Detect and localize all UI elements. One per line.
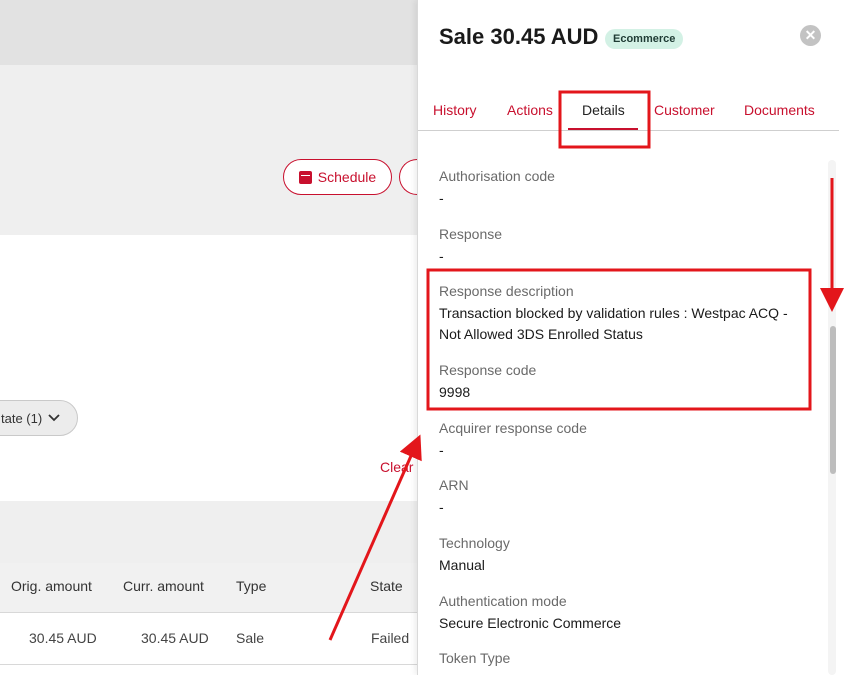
field-label-technology: Technology bbox=[439, 535, 510, 551]
field-label-authentication-mode: Authentication mode bbox=[439, 593, 567, 609]
cell-orig-amount: 30.45 AUD bbox=[29, 630, 97, 646]
close-icon[interactable]: ✕ bbox=[800, 25, 821, 46]
channel-badge: Ecommerce bbox=[605, 29, 684, 49]
column-header-state[interactable]: State bbox=[370, 578, 403, 594]
schedule-button-label: Schedule bbox=[317, 169, 377, 185]
cell-curr-amount: 30.45 AUD bbox=[141, 630, 209, 646]
column-header-curr-amount[interactable]: Curr. amount bbox=[123, 578, 204, 594]
page-toolbar-band bbox=[0, 65, 420, 235]
panel-tabs: History Actions Details Customer Documen… bbox=[418, 90, 839, 131]
field-label-authorisation-code: Authorisation code bbox=[439, 168, 555, 184]
column-header-orig-amount[interactable]: Orig. amount bbox=[11, 578, 92, 594]
tab-customer[interactable]: Customer bbox=[654, 102, 715, 118]
tab-details[interactable]: Details bbox=[582, 102, 625, 118]
state-filter-label: tate (1) bbox=[1, 410, 43, 426]
calendar-icon bbox=[298, 170, 312, 184]
panel-scrollbar-thumb[interactable] bbox=[830, 326, 836, 474]
tab-actions[interactable]: Actions bbox=[507, 102, 553, 118]
transaction-detail-panel: Sale 30.45 AUD Ecommerce ✕ History Actio… bbox=[417, 0, 844, 675]
field-value-arn: - bbox=[439, 499, 444, 515]
tab-history[interactable]: History bbox=[433, 102, 477, 118]
state-filter-chip[interactable]: tate (1) bbox=[0, 400, 78, 436]
field-label-arn: ARN bbox=[439, 477, 469, 493]
field-value-response-code: 9998 bbox=[439, 384, 471, 400]
clear-filters-link[interactable]: Clear bbox=[380, 459, 413, 475]
page-header-band bbox=[0, 0, 420, 65]
field-value-authentication-mode: Secure Electronic Commerce bbox=[439, 615, 622, 631]
panel-title: Sale 30.45 AUD bbox=[439, 24, 599, 49]
column-header-type[interactable]: Type bbox=[236, 578, 266, 594]
field-label-response-description: Response description bbox=[439, 283, 574, 299]
schedule-button[interactable]: Schedule bbox=[283, 159, 392, 195]
tab-documents[interactable]: Documents bbox=[744, 102, 815, 118]
field-value-response-description: Transaction blocked by validation rules … bbox=[439, 305, 788, 342]
field-label-token-type: Token Type bbox=[439, 650, 511, 666]
chevron-down-icon bbox=[48, 414, 60, 422]
field-value-response: - bbox=[439, 248, 444, 264]
field-value-acquirer-response-code: - bbox=[439, 442, 444, 458]
field-label-response-code: Response code bbox=[439, 362, 537, 378]
table-toolbar-band bbox=[0, 501, 420, 563]
cell-type: Sale bbox=[236, 630, 265, 646]
field-value-authorisation-code: - bbox=[439, 190, 444, 206]
active-tab-indicator bbox=[568, 128, 638, 130]
cell-state: Failed bbox=[371, 630, 410, 646]
field-label-response: Response bbox=[439, 226, 503, 242]
field-value-technology: Manual bbox=[439, 557, 485, 573]
field-label-acquirer-response-code: Acquirer response code bbox=[439, 420, 587, 436]
